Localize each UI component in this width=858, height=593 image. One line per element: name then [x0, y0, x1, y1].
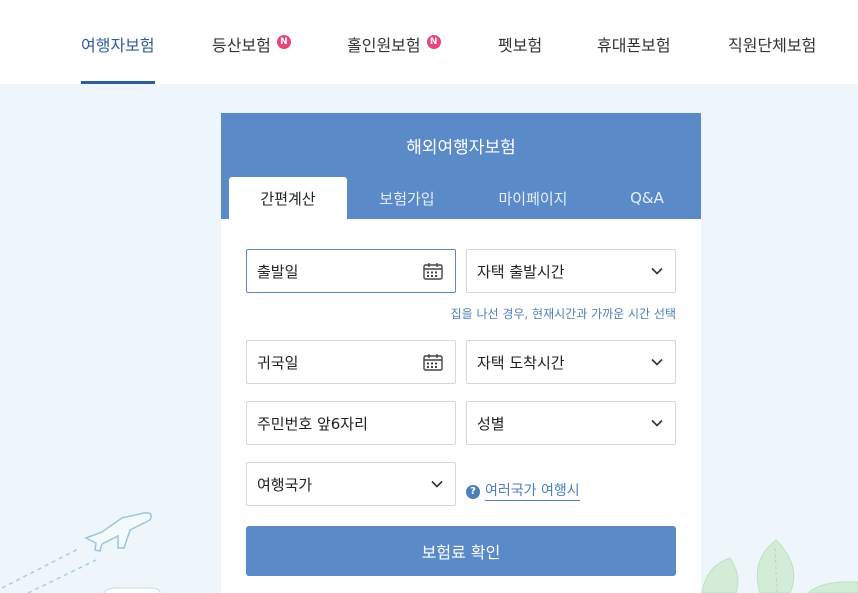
- nav-tab-label: 홀인원보험: [347, 36, 421, 55]
- arrival-time-select[interactable]: 자택 도착시간: [466, 340, 676, 384]
- chevron-down-icon: [651, 267, 663, 275]
- country-value: 여행국가: [257, 475, 313, 494]
- chevron-down-icon: [651, 358, 663, 366]
- resident-number-placeholder: 주민번호 앞6자리: [257, 414, 368, 433]
- nav-tab-hole-in-one-insurance[interactable]: 홀인원보험 N: [347, 32, 441, 84]
- chevron-down-icon: [431, 480, 443, 488]
- nav-tab-group-insurance[interactable]: 직원단체보험: [728, 32, 816, 84]
- calendar-icon[interactable]: [423, 262, 443, 280]
- check-premium-button[interactable]: 보험료 확인: [246, 526, 676, 576]
- nav-tab-hiking-insurance[interactable]: 등산보험 N: [212, 32, 291, 84]
- tab-qna[interactable]: Q&A: [588, 177, 706, 219]
- country-select[interactable]: 여행국가: [246, 462, 456, 506]
- departure-time-value: 자택 출발시간: [477, 262, 565, 281]
- insurance-calculator-card: 해외여행자보험 간편계산 보험가입 마이페이지 Q&A 출발일 자택 출발시간 …: [221, 113, 701, 593]
- new-badge: N: [276, 35, 291, 49]
- chevron-down-icon: [651, 419, 663, 427]
- tab-sign-up[interactable]: 보험가입: [348, 177, 466, 219]
- departure-date-placeholder: 출발일: [257, 262, 299, 281]
- gender-value: 성별: [477, 414, 505, 433]
- departure-date-field[interactable]: 출발일: [246, 249, 456, 293]
- card-header: 해외여행자보험 간편계산 보험가입 마이페이지 Q&A: [221, 113, 701, 219]
- departure-helper-text: 집을 나선 경우, 현재시간과 가까운 시간 선택: [450, 307, 676, 321]
- help-icon: ?: [466, 484, 480, 499]
- return-date-placeholder: 귀국일: [257, 353, 299, 372]
- tab-simple-calc[interactable]: 간편계산: [229, 177, 347, 219]
- calendar-icon[interactable]: [423, 353, 443, 371]
- arrival-time-value: 자택 도착시간: [477, 353, 565, 372]
- nav-tab-label: 여행자보험: [81, 36, 155, 55]
- departure-time-select[interactable]: 자택 출발시간: [466, 249, 676, 293]
- gender-select[interactable]: 성별: [466, 401, 676, 445]
- top-navigation: 여행자보험 등산보험 N 홀인원보험 N 펫보험 휴대폰보험 직원단체보험: [0, 0, 858, 84]
- multi-country-label: 여러국가 여행시: [485, 483, 580, 501]
- card-title: 해외여행자보험: [406, 138, 516, 158]
- nav-tab-label: 펫보험: [498, 36, 543, 55]
- nav-tab-pet-insurance[interactable]: 펫보험: [498, 32, 542, 84]
- nav-tab-phone-insurance[interactable]: 휴대폰보험: [597, 32, 671, 84]
- resident-number-input[interactable]: 주민번호 앞6자리: [246, 401, 456, 445]
- nav-tab-label: 휴대폰보험: [597, 36, 671, 55]
- nav-tab-label: 직원단체보험: [728, 36, 817, 55]
- tab-my-page[interactable]: 마이페이지: [474, 177, 592, 219]
- nav-tab-label: 등산보험: [212, 36, 271, 55]
- nav-tab-travel-insurance[interactable]: 여행자보험: [81, 32, 155, 84]
- return-date-field[interactable]: 귀국일: [246, 340, 456, 384]
- multi-country-link[interactable]: ? 여러국가 여행시: [466, 482, 580, 501]
- new-badge: N: [426, 35, 441, 49]
